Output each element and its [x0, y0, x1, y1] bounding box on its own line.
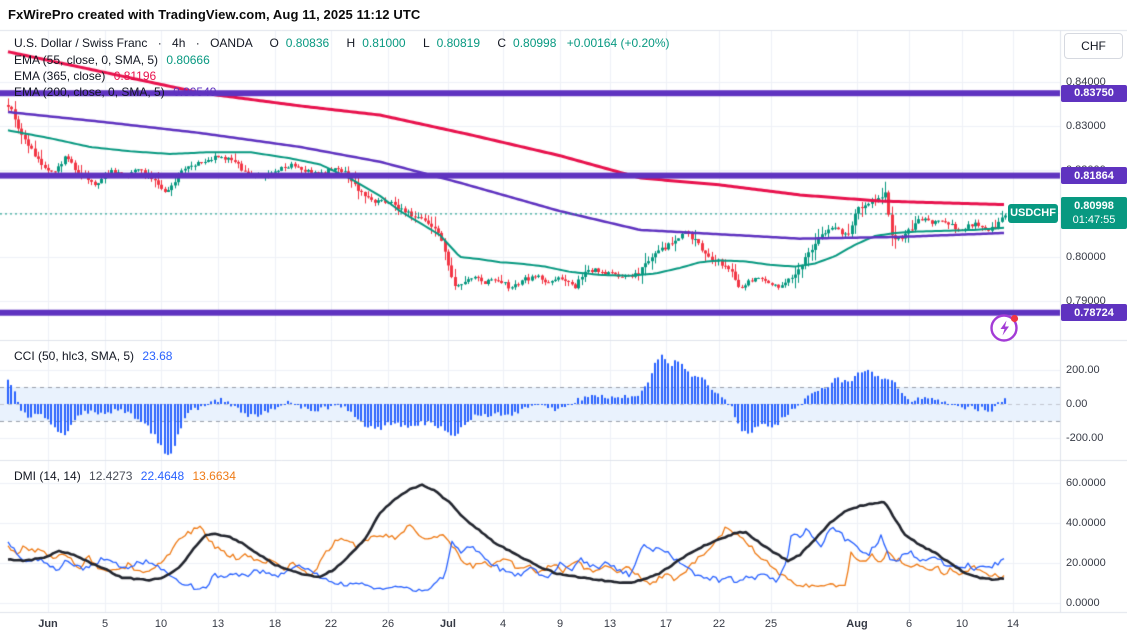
separator: · [195, 36, 200, 50]
ema200-legend-row[interactable]: EMA (200, close, 0, SMA, 5) 0.80549 [14, 85, 216, 99]
cci-label: CCI (50, hlc3, SMA, 5) [14, 349, 135, 363]
cci-legend-row[interactable]: CCI (50, hlc3, SMA, 5) 23.68 [14, 349, 172, 363]
ema55-legend-row[interactable]: EMA (55, close, 0, SMA, 5) 0.80666 [14, 53, 210, 67]
time-axis-label: 18 [268, 618, 282, 630]
time-axis-label: 9 [556, 618, 564, 630]
time-axis-label: Aug [846, 618, 868, 630]
time-axis-label: 4 [499, 618, 507, 630]
time-axis-label: 13 [603, 618, 617, 630]
separator: · [157, 36, 162, 50]
open-value: 0.80836 [285, 36, 330, 50]
dmi-label: DMI (14, 14) [14, 469, 81, 483]
price-axis-label: 0.80000 [1066, 250, 1106, 263]
low-value: 0.80819 [436, 36, 481, 50]
exchange-label: OANDA [210, 36, 253, 50]
time-axis-label: 13 [211, 618, 225, 630]
dmi-minus-di-value: 13.6634 [192, 469, 236, 483]
ema365-label: EMA (365, close) [14, 69, 106, 83]
high-label: H 0.81000 [346, 36, 406, 50]
low-label: L 0.80819 [422, 36, 481, 50]
ema200-value: 0.80549 [173, 85, 217, 99]
dmi-legend-row[interactable]: DMI (14, 14) 12.4273 22.4648 13.6634 [14, 469, 236, 483]
ema200-label: EMA (200, close, 0, SMA, 5) [14, 85, 165, 99]
watermark-title: FxWirePro created with TradingView.com, … [8, 7, 421, 22]
time-axis-label: 5 [101, 618, 109, 630]
last-price-badge: 0.80998 01:47:55 [1061, 197, 1127, 230]
ema55-value: 0.80666 [166, 53, 210, 67]
interval-label[interactable]: 4h [172, 36, 185, 50]
cci-axis-label: 0.00 [1066, 397, 1088, 410]
symbol-legend-row[interactable]: U.S. Dollar / Swiss Franc · 4h · OANDA O… [14, 36, 670, 50]
ema55-label: EMA (55, close, 0, SMA, 5) [14, 53, 159, 67]
level-price-badge: 0.83750 [1061, 84, 1127, 102]
time-axis-label: 26 [381, 618, 395, 630]
time-axis-label: 10 [154, 618, 168, 630]
level-price-badge: 0.78724 [1061, 304, 1127, 322]
time-axis-label: 17 [659, 618, 673, 630]
time-axis-label: 22 [324, 618, 338, 630]
open-label: O 0.80836 [269, 36, 330, 50]
symbol-title: U.S. Dollar / Swiss Franc [14, 36, 148, 50]
symbol-price-tag: USDCHF [1008, 203, 1058, 223]
time-axis-label: Jul [440, 618, 456, 630]
high-value: 0.81000 [362, 36, 406, 50]
time-axis-label: 25 [764, 618, 778, 630]
bar-countdown: 01:47:55 [1072, 214, 1116, 227]
ema365-legend-row[interactable]: EMA (365, close) 0.81196 [14, 69, 156, 83]
time-axis-label: 10 [955, 618, 969, 630]
dmi-axis-label: 60.0000 [1066, 477, 1106, 489]
close-value: 0.80998 [513, 36, 557, 50]
time-axis-label: 22 [712, 618, 726, 630]
time-axis-label: 14 [1006, 618, 1020, 630]
cci-axis-label: 200.00 [1066, 364, 1100, 377]
cci-value: 23.68 [142, 349, 173, 363]
ema365-value: 0.81196 [113, 69, 157, 83]
cci-axis-label: -200.00 [1066, 431, 1104, 444]
currency-button[interactable]: CHF [1064, 33, 1123, 59]
lightning-boost-icon[interactable] [988, 310, 1022, 344]
close-label: C 0.80998 [497, 36, 557, 50]
dmi-axis-label: 20.0000 [1066, 557, 1106, 569]
last-price-value: 0.80998 [1074, 200, 1114, 213]
dmi-axis-label: 40.0000 [1066, 517, 1106, 529]
tradingview-chart-window: FxWirePro created with TradingView.com, … [0, 0, 1127, 636]
dmi-plus-di-value: 22.4648 [140, 469, 185, 483]
time-axis-label: Jun [38, 618, 58, 630]
dmi-axis-label: 0.0000 [1066, 597, 1100, 609]
dmi-adx-value: 12.4273 [89, 469, 133, 483]
price-axis-label: 0.83000 [1066, 119, 1106, 132]
level-price-badge: 0.81864 [1061, 167, 1127, 185]
change-value: +0.00164 (+0.20%) [566, 36, 670, 50]
time-axis-label: 6 [905, 618, 913, 630]
